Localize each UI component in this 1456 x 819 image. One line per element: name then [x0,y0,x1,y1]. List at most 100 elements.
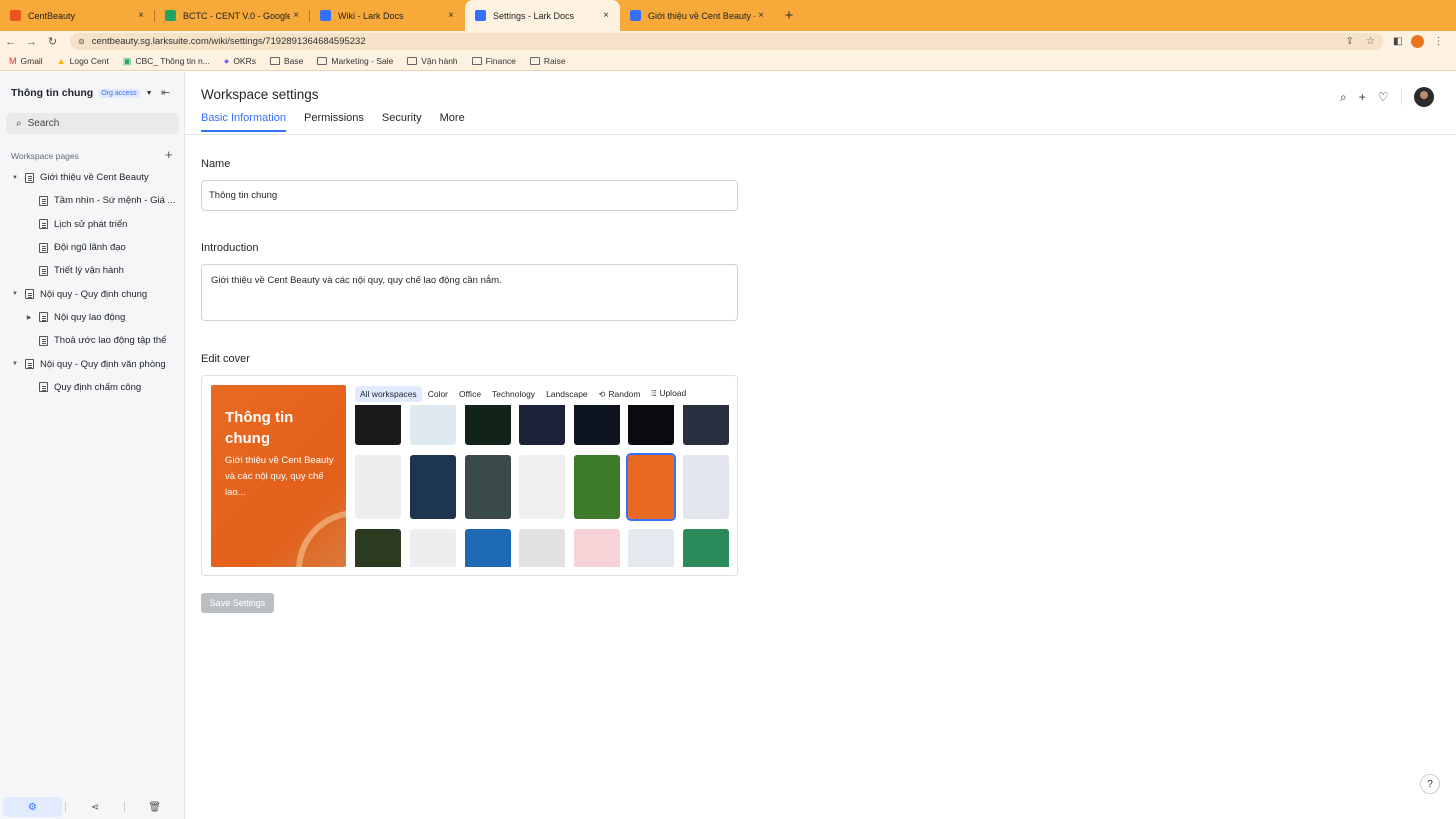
browser-tab[interactable]: CentBeauty × [0,0,155,31]
cover-thumbnail[interactable] [519,455,565,519]
expand-arrow-icon[interactable]: ▶ [24,314,34,321]
save-settings-button[interactable]: Save Settings [201,593,274,613]
tree-node[interactable]: Tầm nhìn - Sứ mệnh - Giá ... [0,189,184,212]
browser-tab-title: Wiki - Lark Docs [338,10,404,21]
address-bar[interactable]: ⊜ centbeauty.sg.larksuite.com/wiki/setti… [70,33,1383,50]
notification-icon[interactable]: ♡ [1378,90,1389,104]
cover-thumbnail[interactable] [683,529,729,567]
cover-thumbnail[interactable] [626,453,676,521]
help-icon[interactable]: ? [1420,774,1440,794]
user-avatar[interactable] [1413,87,1434,107]
cover-thumbnail[interactable] [355,455,401,519]
plus-icon[interactable]: + [1359,90,1366,104]
cover-thumbnail[interactable] [683,405,729,445]
upload-button[interactable]: ⍐ Upload [647,385,692,402]
tab-basic-information[interactable]: Basic Information [201,112,286,132]
bookmark-gmail[interactable]: M Gmail [9,56,43,66]
bookmark-logo-cent[interactable]: ▲ Logo Cent [57,56,109,66]
cover-thumbnail[interactable] [410,529,456,567]
new-tab-button[interactable]: + [775,0,803,31]
category-technology[interactable]: Technology [487,386,540,402]
workspace-sidebar: Thông tin chung Org access ▼ ⇤ ⌕ Search … [0,72,185,819]
bookmark-folder-finance[interactable]: Finance [471,56,516,66]
cover-thumbnail[interactable] [628,405,674,445]
cover-thumbnail[interactable] [628,529,674,567]
menu-icon[interactable]: ⋮ [1433,36,1443,47]
add-page-icon[interactable]: + [165,147,173,162]
close-tab-icon[interactable]: × [600,10,612,21]
share-icon[interactable]: ⇪ [1346,36,1354,47]
tab-security[interactable]: Security [382,112,422,132]
tree-node[interactable]: ▼ Giới thiệu về Cent Beauty [0,166,184,189]
bookmark-folder-van-hanh[interactable]: Vận hành [407,56,458,66]
category-office[interactable]: Office [454,386,486,402]
sidebar-toggle-icon[interactable]: ◧ [1393,36,1402,47]
expand-arrow-icon[interactable]: ▼ [10,361,20,367]
expand-arrow-icon[interactable]: ▼ [10,291,20,297]
bookmark-folder-raise[interactable]: Raise [529,56,566,66]
cover-thumbnail[interactable] [574,405,620,445]
cover-thumbnail[interactable] [519,405,565,445]
reload-icon[interactable]: ↻ [42,35,63,48]
folder-icon [529,57,540,65]
random-button[interactable]: ⟲ Random [594,386,646,402]
category-color[interactable]: Color [423,386,453,402]
name-field[interactable]: Thông tin chung [201,180,738,211]
cover-thumbnail[interactable] [465,529,511,567]
close-tab-icon[interactable]: × [755,10,767,21]
forward-icon[interactable]: → [21,36,42,48]
settings-gear-icon[interactable]: ⚙ [3,797,62,817]
close-tab-icon[interactable]: × [445,10,457,21]
cover-thumbnail[interactable] [574,529,620,567]
bookmark-okrs[interactable]: ● OKRs [224,56,256,66]
browser-tab[interactable]: BCTC - CENT V.0 - Google Tra × [155,0,310,31]
cover-thumbnail[interactable] [465,405,511,445]
cover-thumbnail[interactable] [355,405,401,445]
tree-node[interactable]: Quy định chấm công [0,376,184,399]
bookmark-cbc[interactable]: ▣ CBC_ Thông tin n... [123,56,210,67]
tree-node[interactable]: Đội ngũ lãnh đạo [0,236,184,259]
category-all-workspaces[interactable]: All workspaces [355,385,422,402]
caret-down-icon[interactable]: ▼ [146,90,153,97]
close-tab-icon[interactable]: × [290,10,302,21]
tab-permissions[interactable]: Permissions [304,112,364,132]
gmail-icon: M [9,56,17,66]
back-icon[interactable]: ← [0,36,21,48]
tree-node[interactable]: ▼ Nội quy - Quy định chung [0,282,184,305]
tree-node[interactable]: Thoả ước lao động tập thể [0,329,184,352]
close-tab-icon[interactable]: × [135,10,147,21]
google-sheets-favicon-icon [165,10,176,21]
cover-thumbnail[interactable] [683,455,729,519]
cover-thumbnail[interactable] [574,455,620,519]
cover-thumbnail[interactable] [410,405,456,445]
workspace-switcher[interactable]: Thông tin chung Org access ▼ [11,87,153,99]
browser-tab[interactable]: Wiki - Lark Docs × [310,0,465,31]
expand-arrow-icon[interactable]: ▼ [10,175,20,181]
trash-icon[interactable]: 🗑 [125,797,184,817]
folder-icon [471,57,482,65]
tree-node[interactable]: Triết lý vận hành [0,259,184,282]
browser-tab[interactable]: Giới thiệu về Cent Beauty - Lar × [620,0,775,31]
tree-node[interactable]: ▶ Nội quy lao động [0,306,184,329]
tab-more[interactable]: More [440,112,465,132]
profile-avatar[interactable] [1411,35,1425,48]
introduction-field[interactable]: Giới thiệu về Cent Beauty và các nội quy… [201,264,738,321]
cover-thumbnail[interactable] [355,529,401,567]
search-icon[interactable]: ⌕ [1340,90,1347,105]
folder-icon [317,57,328,65]
sidebar-search[interactable]: ⌕ Search [6,113,179,134]
browser-tab-active[interactable]: Settings - Lark Docs × [465,0,620,31]
cover-thumbnail[interactable] [519,529,565,567]
cover-thumbnail[interactable] [410,455,456,519]
collapse-sidebar-icon[interactable]: ⇤ [161,86,170,99]
site-info-icon[interactable]: ⊜ [78,37,85,46]
bookmark-folder-marketing[interactable]: Marketing - Sale [317,56,393,66]
category-landscape[interactable]: Landscape [541,386,593,402]
tree-node[interactable]: Lịch sử phát triển [0,213,184,236]
name-label: Name [201,158,231,170]
bookmark-star-icon[interactable]: ☆ [1366,36,1375,47]
cover-thumbnail[interactable] [465,455,511,519]
share-nodes-icon[interactable]: ⋖ [66,797,125,817]
bookmark-folder-base[interactable]: Base [269,56,303,66]
tree-node[interactable]: ▼ Nội quy - Quy định văn phòng [0,352,184,375]
